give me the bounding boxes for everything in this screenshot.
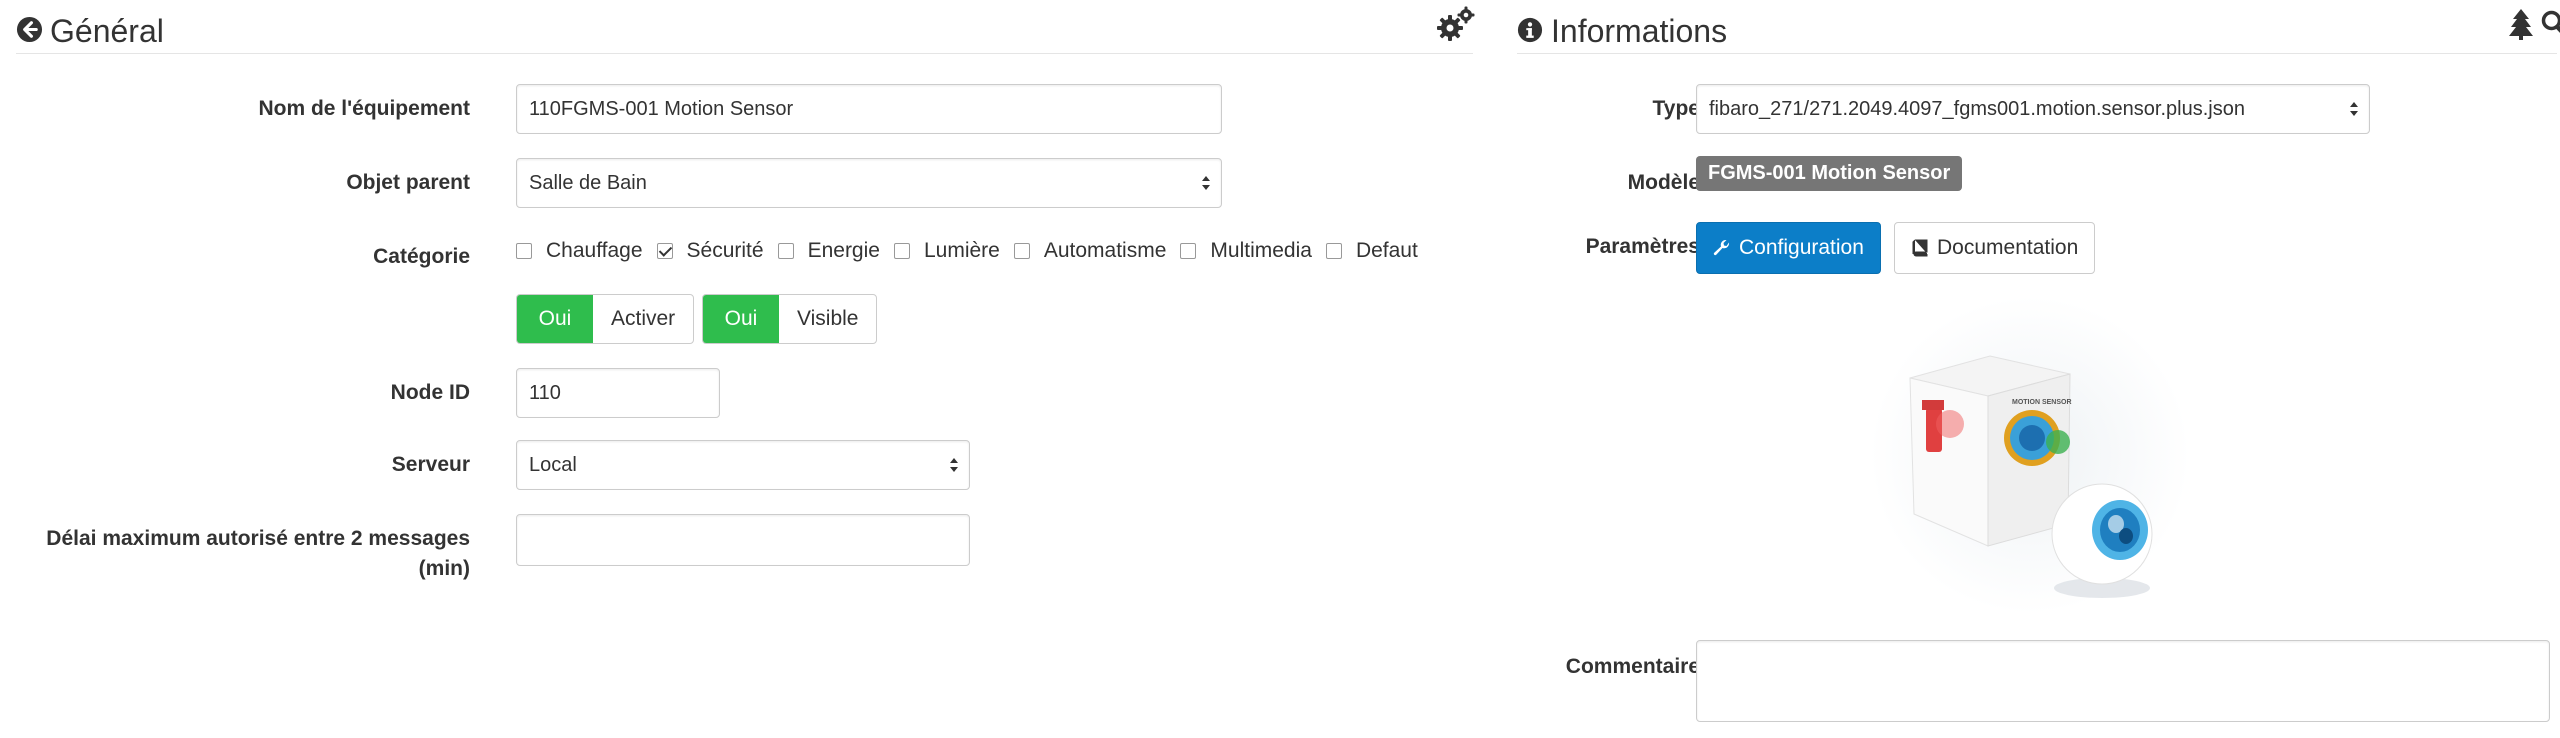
category-checkbox-item[interactable]: Sécurité <box>656 239 764 263</box>
node-id-label: Node ID <box>390 381 470 404</box>
informations-legend: Informations <box>1517 8 2560 54</box>
params-label: Paramètres <box>1585 235 1700 258</box>
category-checkbox-item[interactable]: Lumière <box>893 239 1000 263</box>
book-icon <box>1912 239 1928 257</box>
name-label: Nom de l'équipement <box>258 97 470 120</box>
category-checkbox-item[interactable]: Chauffage <box>516 239 643 263</box>
category-checkbox[interactable] <box>656 243 673 259</box>
category-checkbox[interactable] <box>893 243 910 259</box>
comment-textarea[interactable] <box>1696 640 2550 722</box>
documentation-button-label: Documentation <box>1937 236 2079 259</box>
general-title: Général <box>50 13 164 49</box>
category-checkbox[interactable] <box>516 243 532 259</box>
category-checkbox-item[interactable]: Defaut <box>1325 239 1418 263</box>
category-checkbox[interactable] <box>777 243 794 259</box>
general-panel: Général Nom de l'équipement 110FGMS-001 … <box>0 0 1490 738</box>
enable-toggle[interactable]: Oui Activer <box>516 294 695 344</box>
model-badge: FGMS-001 Motion Sensor <box>1696 156 1963 191</box>
category-checkbox[interactable] <box>1013 243 1030 259</box>
info-circle-icon <box>1517 17 1543 43</box>
visible-toggle-state[interactable]: Oui <box>703 295 779 343</box>
category-checkbox[interactable] <box>1325 243 1342 259</box>
server-select[interactable]: Local <box>516 440 970 490</box>
type-select-value: fibaro_271/271.2049.4097_fgms001.motion.… <box>1709 98 2245 120</box>
category-checkbox-label: Multimedia <box>1210 239 1312 262</box>
wrench-icon <box>1713 239 1730 256</box>
visible-toggle[interactable]: Oui Visible <box>702 294 878 344</box>
server-label: Serveur <box>391 453 470 476</box>
type-label: Type <box>1652 97 1700 120</box>
category-checkbox[interactable] <box>1180 243 1197 259</box>
category-checkbox-item[interactable]: Energie <box>777 239 880 263</box>
box-label: MOTION SENSOR <box>2012 399 2072 406</box>
configuration-button[interactable]: Configuration <box>1696 222 1881 274</box>
parent-label: Objet parent <box>346 171 470 194</box>
enable-toggle-label[interactable]: Activer <box>593 295 693 343</box>
name-input[interactable]: 110FGMS-001 Motion Sensor <box>516 84 1222 134</box>
category-checkboxes: Chauffage Sécurité Energie Lumière Automatis… <box>516 236 1432 266</box>
max-delay-label: Délai maximum autorisé entre 2 messages … <box>10 524 470 584</box>
general-legend: Général <box>16 6 1476 54</box>
select-arrows-icon <box>1202 176 1210 190</box>
select-arrows-icon <box>950 458 958 472</box>
node-id-input[interactable]: 110 <box>516 368 720 418</box>
category-checkbox-label: Automatisme <box>1043 239 1167 262</box>
parent-select-value: Salle de Bain <box>529 172 647 194</box>
informations-title: Informations <box>1551 13 1728 49</box>
parent-select[interactable]: Salle de Bain <box>516 158 1222 208</box>
comment-label: Commentaire <box>1565 655 1700 678</box>
server-select-value: Local <box>529 454 577 476</box>
category-label: Catégorie <box>373 245 470 268</box>
search-icon[interactable] <box>2541 10 2560 38</box>
device-image: MOTION SENSOR <box>1870 296 2190 614</box>
enable-toggle-state[interactable]: Oui <box>517 295 593 343</box>
configuration-button-label: Configuration <box>1739 236 1864 259</box>
max-delay-input[interactable] <box>516 514 970 566</box>
cogs-icon[interactable] <box>1436 6 1476 42</box>
category-checkbox-label: Energie <box>807 239 880 262</box>
max-delay-label-line2: (min) <box>418 557 470 580</box>
documentation-button[interactable]: Documentation <box>1894 222 2096 274</box>
select-arrows-icon <box>2350 102 2358 116</box>
model-label: Modèle <box>1627 171 1700 194</box>
informations-panel: Informations Type fibaro_271/271.2049.40… <box>1490 0 2560 738</box>
category-checkbox-label: Chauffage <box>546 239 643 262</box>
circle-arrow-left-icon[interactable] <box>16 16 43 43</box>
category-checkbox-item[interactable]: Multimedia <box>1180 239 1312 263</box>
tree-icon[interactable] <box>2508 8 2534 40</box>
max-delay-label-line1: Délai maximum autorisé entre 2 messages <box>46 527 470 550</box>
category-checkbox-label: Defaut <box>1355 239 1418 262</box>
category-checkbox-label: Lumière <box>923 239 1000 262</box>
type-select[interactable]: fibaro_271/271.2049.4097_fgms001.motion.… <box>1696 84 2370 134</box>
category-checkbox-item[interactable]: Automatisme <box>1013 239 1167 263</box>
visible-toggle-label[interactable]: Visible <box>779 295 876 343</box>
category-checkbox-label: Sécurité <box>686 239 764 262</box>
